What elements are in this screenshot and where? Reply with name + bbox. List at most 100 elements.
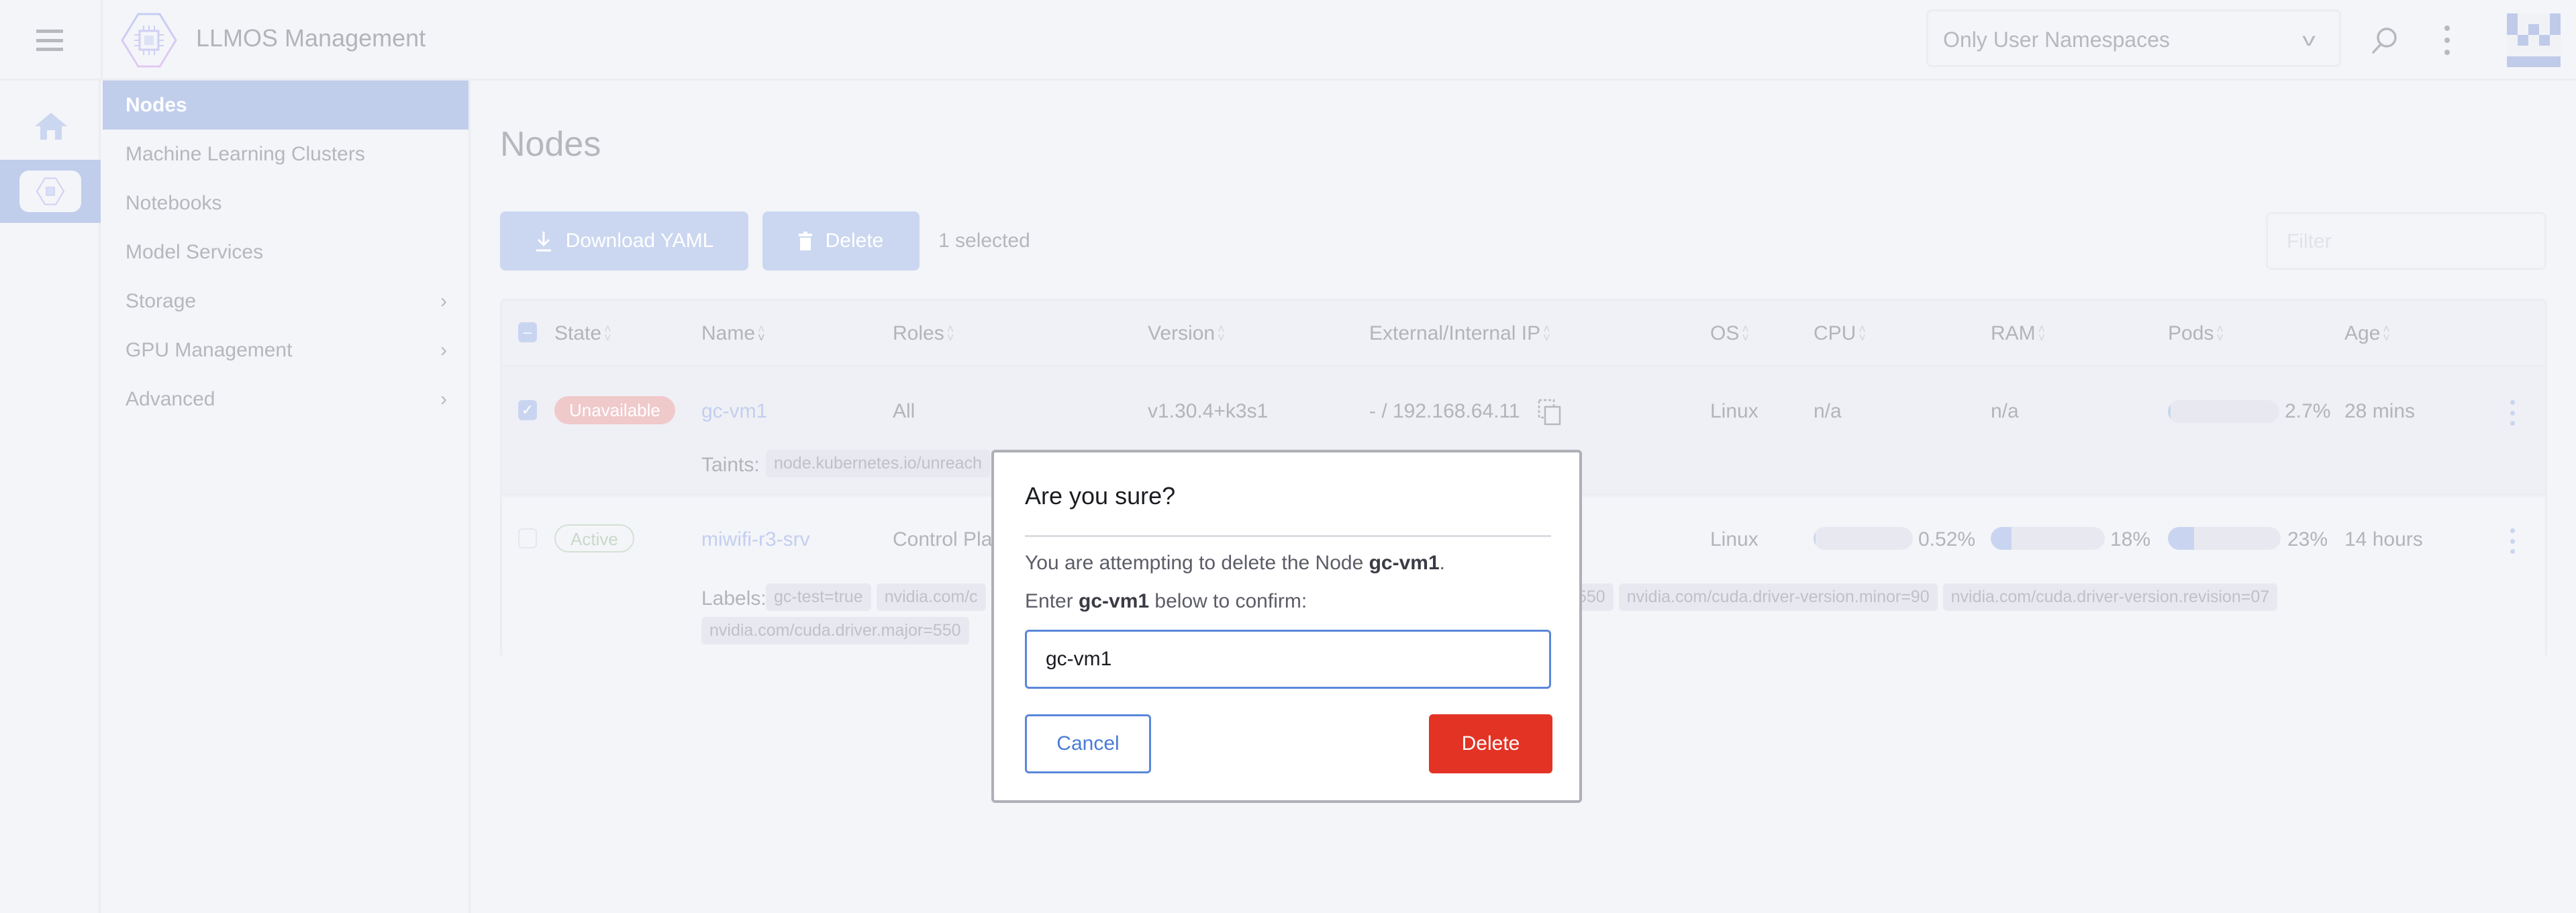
page-title: Nodes (500, 125, 601, 164)
status-badge: Active (554, 524, 634, 552)
nav-item-notebooks[interactable]: Notebooks (103, 179, 468, 228)
node-cpu-percent: 0.52% (1918, 528, 1976, 550)
labels-tags: gc-test=true nvidia.com/c (766, 583, 991, 611)
sort-icon: ˄ ˅ (1859, 322, 1866, 344)
dialog-message: You are attempting to delete the Node gc… (1025, 552, 1445, 574)
hamburger-menu-icon[interactable] (36, 30, 63, 51)
nav-item-label: Notebooks (126, 191, 222, 214)
labels-label: Labels: (701, 587, 766, 610)
top-header: LLMOS Management Only User Namespaces v (0, 0, 2576, 81)
download-yaml-label: Download YAML (565, 230, 714, 252)
pods-usage-bar (2168, 527, 2281, 550)
cancel-button[interactable]: Cancel (1025, 714, 1151, 773)
label-tag: nvidia.com/cuda.driver-version.minor=90 (1618, 583, 1938, 611)
node-roles: All (893, 400, 915, 422)
pods-usage-bar (2168, 400, 2279, 423)
taints-label: Taints: (701, 454, 760, 476)
dialog-title: Are you sure? (1025, 482, 1176, 510)
nav-item-gpu-management[interactable]: GPU Management › (103, 326, 468, 375)
label-tag: nvidia.com/c (876, 583, 986, 611)
row-checkbox[interactable]: ✓ (518, 400, 537, 420)
sort-icon: ˄ ˅ (604, 322, 611, 344)
column-header-roles[interactable]: Roles ˄ ˅ (893, 322, 954, 345)
cpu-usage-bar (1814, 527, 1913, 550)
filter-placeholder: Filter (2287, 230, 2332, 252)
namespace-select[interactable]: Only User Namespaces v (1926, 9, 2341, 67)
nav-item-label: Model Services (126, 240, 264, 263)
node-pods-percent: 2.7% (2285, 400, 2331, 422)
pods-usage-fill (2168, 400, 2171, 423)
pods-usage-fill (2168, 527, 2194, 550)
sort-icon: ˄ ˅ (2216, 322, 2224, 344)
table-header: – State ˄ ˅ Name ˄ ˅ Roles ˄ ˅ Version ˄ ˅ Exter… (502, 301, 2545, 367)
taint-tag: node.kubernetes.io/unreach (766, 450, 990, 477)
sort-icon: ˄ ˅ (758, 322, 765, 344)
row-checkbox[interactable] (518, 528, 537, 548)
nav-item-machine-learning-clusters[interactable]: Machine Learning Clusters (103, 130, 468, 179)
ram-usage-fill (1991, 527, 2012, 550)
search-icon[interactable] (2369, 26, 2399, 55)
chevron-right-icon: › (440, 338, 447, 361)
column-header-ip[interactable]: External/Internal IP ˄ ˅ (1369, 322, 1550, 345)
download-yaml-button[interactable]: Download YAML (500, 211, 748, 271)
node-age: 14 hours (2344, 528, 2423, 550)
filter-input[interactable]: Filter (2266, 212, 2546, 270)
select-all-checkbox[interactable]: – (518, 322, 537, 342)
home-icon[interactable] (35, 113, 67, 140)
download-icon (536, 232, 551, 252)
status-badge: Unavailable (554, 396, 675, 424)
nav-item-label: Storage (126, 289, 197, 312)
column-header-age[interactable]: Age ˄ ˅ (2344, 322, 2390, 345)
node-name-link[interactable]: gc-vm1 (701, 400, 767, 423)
node-os: Linux (1710, 528, 1758, 550)
nav-item-label: Nodes (126, 93, 187, 116)
llmos-chip-icon (36, 177, 65, 205)
label-tag: gc-test=true (766, 583, 871, 611)
node-cpu: n/a (1814, 400, 1842, 422)
sort-icon: ˄ ˅ (2038, 322, 2046, 344)
app-title: LLMOS Management (196, 24, 426, 52)
nav-item-label: GPU Management (126, 338, 293, 361)
column-header-os[interactable]: OS ˄ ˅ (1710, 322, 1749, 345)
nav-item-storage[interactable]: Storage › (103, 277, 468, 326)
rail-llmos-chip[interactable] (19, 171, 81, 212)
column-header-pods[interactable]: Pods ˄ ˅ (2168, 322, 2224, 345)
labels-tags-line2: nvidia.com/cuda.driver.major=550 (701, 617, 975, 644)
node-ram-percent: 18% (2110, 528, 2151, 550)
nav-item-label: Machine Learning Clusters (126, 142, 365, 165)
node-name-link[interactable]: miwifi-r3-srv (701, 528, 810, 551)
label-tag: nvidia.com/cuda.driver-version.revision=… (1942, 583, 2278, 611)
row-actions-icon[interactable] (2510, 400, 2516, 426)
column-header-cpu[interactable]: CPU ˄ ˅ (1814, 322, 1866, 345)
row-actions-icon[interactable] (2510, 528, 2516, 554)
column-header-state[interactable]: State ˄ ˅ (554, 322, 611, 345)
node-os: Linux (1710, 400, 1758, 422)
confirm-delete-button[interactable]: Delete (1429, 714, 1552, 773)
chevron-right-icon: › (440, 387, 447, 410)
node-ram: n/a (1991, 400, 2019, 422)
more-options-icon[interactable] (2443, 26, 2451, 55)
delete-button[interactable]: Delete (762, 211, 920, 271)
nav-item-nodes[interactable]: Nodes (103, 81, 468, 130)
confirm-name-input[interactable] (1025, 630, 1551, 689)
sort-icon: ˄ ˅ (1742, 322, 1749, 344)
node-ip: - / 192.168.64.11 (1369, 400, 1520, 422)
taints-tags: node.kubernetes.io/unreach (766, 450, 995, 477)
user-avatar[interactable] (2507, 13, 2561, 67)
column-header-ram[interactable]: RAM ˄ ˅ (1991, 322, 2045, 345)
column-header-version[interactable]: Version ˄ ˅ (1148, 322, 1225, 345)
labels-tags-right: 550 nvidia.com/cuda.driver-version.minor=… (1569, 583, 2283, 611)
node-name-bold: gc-vm1 (1079, 590, 1150, 612)
icon-rail (0, 81, 101, 913)
column-header-name[interactable]: Name ˄ ˅ (701, 322, 765, 345)
llmos-logo-icon (121, 13, 177, 68)
nav-item-advanced[interactable]: Advanced › (103, 375, 468, 424)
chevron-right-icon: › (440, 289, 447, 312)
nav-item-model-services[interactable]: Model Services (103, 228, 468, 277)
label-tag: nvidia.com/cuda.driver.major=550 (701, 617, 969, 644)
namespace-select-value: Only User Namespaces (1943, 28, 2170, 52)
copy-icon[interactable] (1538, 399, 1562, 426)
side-nav: Nodes Machine Learning Clusters Notebook… (103, 81, 470, 913)
header-divider (101, 0, 103, 81)
selected-count: 1 selected (938, 230, 1030, 252)
